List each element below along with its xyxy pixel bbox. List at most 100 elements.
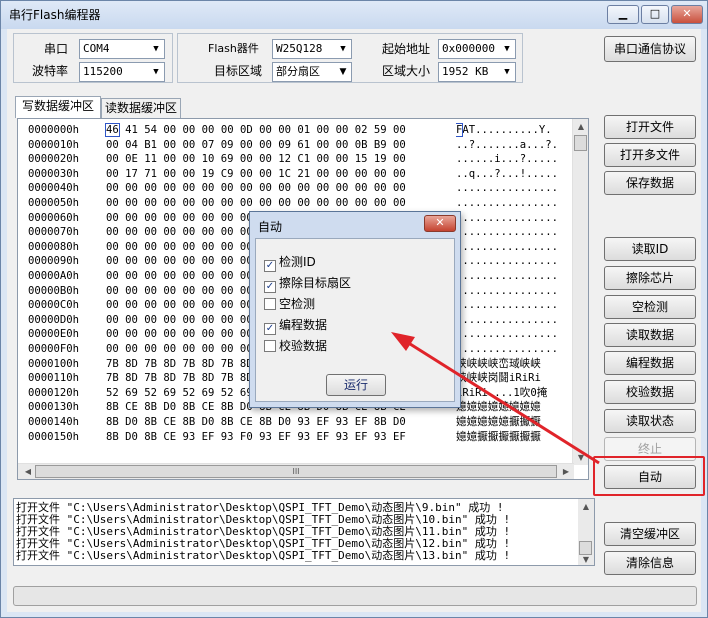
dialog-close-button[interactable]: ✕	[424, 215, 456, 232]
hex-address: 0000020h	[28, 153, 80, 166]
hex-ascii[interactable]: ................	[456, 298, 566, 312]
run-button[interactable]: 运行	[326, 374, 386, 396]
start-address-select[interactable]: 0x000000 ▼	[438, 39, 516, 59]
open-multi-file-button[interactable]: 打开多文件	[604, 143, 696, 167]
hex-address: 0000060h	[28, 211, 80, 224]
read-id-button[interactable]: 读取ID	[604, 237, 696, 261]
annotation-arrow-line	[398, 335, 600, 465]
log-line: 打开文件 "C:\Users\Administrator\Desktop\QSP…	[16, 549, 511, 562]
hex-address: 0000070h	[28, 226, 80, 239]
read-data-button[interactable]: 读取数据	[604, 323, 696, 347]
chevron-down-icon[interactable]: ▼	[335, 63, 351, 81]
option-checkbox[interactable]: 校验数据	[264, 337, 327, 353]
hex-ascii[interactable]: ..q...?...!.....	[456, 167, 566, 181]
erase-chip-button[interactable]: 擦除芯片	[604, 266, 696, 290]
clear-buffer-button[interactable]: 清空缓冲区	[604, 522, 696, 546]
checkbox-empty-icon[interactable]	[264, 298, 276, 310]
checkbox-empty-icon[interactable]	[264, 340, 276, 352]
hex-bytes[interactable]: 46 41 54 00 00 00 00 0D 00 00 01 00 00 0…	[105, 123, 466, 137]
hex-address: 00000B0h	[28, 284, 80, 297]
hex-ascii[interactable]: ................	[456, 240, 566, 254]
save-data-button[interactable]: 保存数据	[604, 171, 696, 195]
hex-bytes[interactable]: 00 00 00 00 00 00 00 00 00 00 00 00 00 0…	[106, 181, 466, 195]
scroll-down-icon[interactable]: ▼	[578, 555, 594, 564]
option-label: 空检测	[279, 297, 316, 311]
serial-settings-group: 串口 COM4 ▼ 波特率 115200 ▼	[13, 33, 173, 83]
verify-data-button[interactable]: 校验数据	[604, 380, 696, 404]
device-label: Flash器件	[208, 42, 259, 55]
hex-address: 0000100h	[28, 357, 80, 370]
option-checkbox[interactable]: ✓ 编程数据	[264, 316, 328, 335]
checkmark-icon[interactable]: ✓	[264, 281, 276, 293]
start-address-label: 起始地址	[382, 42, 431, 56]
scroll-up-icon[interactable]: ▲	[578, 502, 594, 511]
hex-bytes[interactable]: 00 17 71 00 00 19 C9 00 00 1C 21 00 00 0…	[106, 167, 466, 181]
hex-address: 00000D0h	[28, 313, 80, 326]
read-status-button[interactable]: 读取状态	[604, 409, 696, 433]
baud-select[interactable]: 115200 ▼	[79, 62, 165, 82]
checkmark-icon[interactable]: ✓	[264, 323, 276, 335]
hex-address: 0000050h	[28, 197, 80, 209]
device-select[interactable]: W25Q128 ▼	[272, 39, 352, 59]
chevron-down-icon[interactable]: ▼	[499, 40, 515, 58]
option-checkbox[interactable]: ✓ 检测ID	[264, 253, 316, 272]
hex-scroll-thumb[interactable]	[574, 135, 587, 151]
option-label: 编程数据	[279, 318, 328, 332]
port-select[interactable]: COM4 ▼	[79, 39, 165, 59]
blank-check-button[interactable]: 空检测	[604, 295, 696, 319]
hex-ascii[interactable]: ................	[456, 225, 566, 239]
hex-ascii[interactable]: ................	[456, 181, 566, 195]
log-vertical-scrollbar[interactable]: ▲ ▼	[578, 499, 594, 565]
hex-ascii[interactable]: ................	[456, 269, 566, 283]
hex-ascii[interactable]: FAT..........Y.	[456, 123, 566, 137]
flash-settings-group: Flash器件 W25Q128 ▼ 目标区域 部分扇区 ▼ 起始地址 0x000…	[177, 33, 523, 83]
chevron-down-icon[interactable]: ▼	[148, 40, 164, 58]
hex-ascii[interactable]: ................	[456, 254, 566, 268]
ascii-cursor: F	[456, 123, 464, 137]
port-label: 串口	[44, 42, 69, 56]
log-scroll-thumb[interactable]	[579, 541, 592, 555]
hex-ascii[interactable]: ..?.......a...?.	[456, 138, 566, 152]
hex-ascii[interactable]: ................	[456, 284, 566, 298]
option-checkbox[interactable]: ✓ 擦除目标扇区	[264, 274, 351, 293]
protocol-button[interactable]: 串口通信协议	[604, 36, 696, 62]
close-button[interactable]: ✕	[671, 5, 703, 24]
scroll-up-icon[interactable]: ▲	[573, 122, 588, 131]
option-label: 检测ID	[279, 255, 316, 269]
log-output[interactable]: 打开文件 "C:\Users\Administrator\Desktop\QSP…	[13, 498, 595, 566]
clear-info-button[interactable]: 清除信息	[604, 551, 696, 575]
hex-cursor: 46	[105, 123, 120, 137]
tab-read-buffer[interactable]: 读数据缓冲区	[101, 98, 181, 118]
hex-address: 0000030h	[28, 167, 80, 180]
minimize-button[interactable]: ▁	[607, 5, 639, 24]
chevron-down-icon[interactable]: ▼	[335, 40, 351, 58]
target-label: 目标区域	[214, 64, 263, 78]
hex-ascii[interactable]: ......i...?.....	[456, 152, 566, 166]
dialog-title: 自动	[258, 220, 283, 234]
region-size-select[interactable]: 1952 KB ▼	[438, 62, 516, 82]
main-window: 串行Flash编程器 ▁ □ ✕ 串口 COM4 ▼ 波特率 115200 ▼ …	[0, 0, 708, 618]
open-file-button[interactable]: 打开文件	[604, 115, 696, 139]
chevron-down-icon[interactable]: ▼	[499, 63, 515, 81]
hex-address: 00000F0h	[28, 343, 80, 355]
checkmark-icon[interactable]: ✓	[264, 260, 276, 272]
scroll-left-icon[interactable]: ◀	[20, 467, 36, 476]
chevron-down-icon[interactable]: ▼	[148, 63, 164, 81]
program-data-button[interactable]: 编程数据	[604, 351, 696, 375]
hex-bytes[interactable]: 00 04 B1 00 00 07 09 00 00 09 61 00 00 0…	[106, 138, 466, 152]
port-value: COM4	[83, 42, 110, 55]
hex-ascii[interactable]: ................	[456, 196, 566, 210]
hex-bytes[interactable]: 00 0E 11 00 00 10 69 00 00 12 C1 00 00 1…	[106, 152, 466, 166]
maximize-button[interactable]: □	[641, 5, 669, 24]
hex-address: 0000000h	[28, 124, 80, 136]
baud-value: 115200	[83, 65, 123, 78]
device-value: W25Q128	[276, 42, 323, 55]
option-checkbox[interactable]: 空检测	[264, 295, 315, 311]
tab-write-buffer[interactable]: 写数据缓冲区	[15, 96, 101, 118]
hex-ascii[interactable]: ................	[456, 211, 566, 225]
target-value: 部分扇区	[276, 65, 320, 78]
hex-bytes[interactable]: 00 00 00 00 00 00 00 00 00 00 00 00 00 0…	[106, 196, 466, 210]
title-bar[interactable]: 串行Flash编程器 ▁ □ ✕	[1, 1, 707, 29]
target-select[interactable]: 部分扇区 ▼	[272, 62, 352, 82]
hex-address: 00000C0h	[28, 299, 80, 312]
